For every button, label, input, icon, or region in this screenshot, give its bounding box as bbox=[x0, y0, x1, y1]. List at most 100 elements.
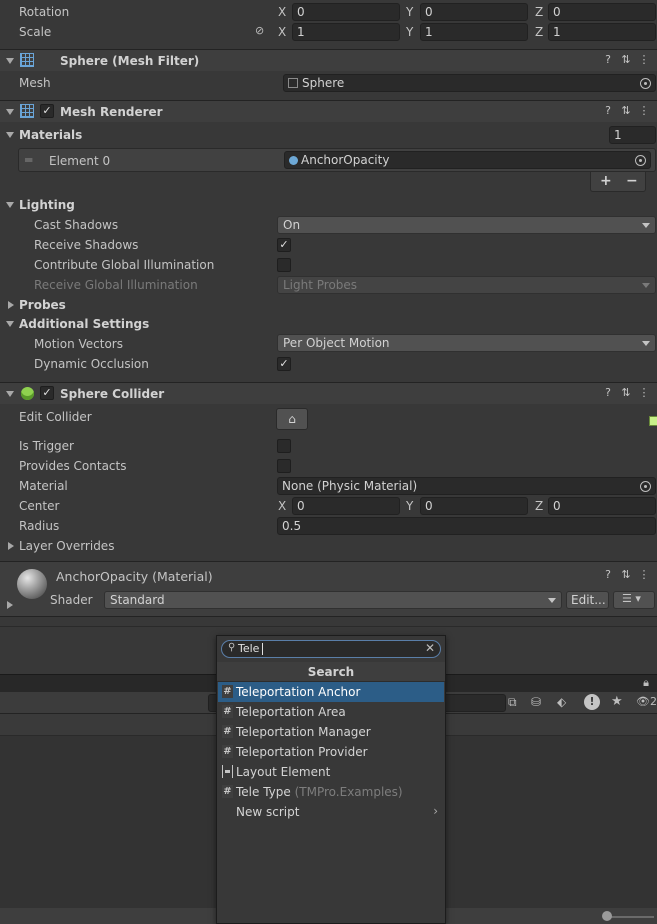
mesh-row: Mesh Sphere bbox=[0, 73, 657, 93]
probes-row[interactable]: Probes bbox=[0, 295, 657, 315]
dynamic-occlusion-checkbox[interactable]: ✓ bbox=[277, 357, 291, 371]
motion-vectors-dropdown[interactable]: Per Object Motion bbox=[277, 334, 656, 352]
shader-edit-button[interactable]: Edit... bbox=[566, 591, 609, 609]
favorite-star-icon[interactable]: ★ bbox=[611, 694, 623, 709]
radius-field[interactable]: 0.5 bbox=[277, 517, 656, 535]
scale-z-field[interactable]: 1 bbox=[548, 23, 656, 41]
material-icon bbox=[289, 156, 298, 165]
probes-foldout-icon[interactable] bbox=[8, 301, 14, 309]
receive-gi-value: Light Probes bbox=[283, 278, 358, 292]
chevron-right-icon: › bbox=[433, 804, 438, 818]
additional-settings-row[interactable]: Additional Settings bbox=[0, 314, 657, 334]
rotation-z-axis: Z bbox=[535, 5, 544, 19]
preset-icon[interactable]: ⇅ bbox=[617, 386, 635, 399]
preset-icon[interactable]: ⇅ bbox=[617, 104, 635, 117]
constrain-proportions-icon[interactable]: ⊘ bbox=[255, 24, 264, 37]
rotation-y-field[interactable]: 0 bbox=[420, 3, 528, 21]
menu-item-tele-type[interactable]: # Tele Type (TMPro.Examples) bbox=[218, 782, 444, 802]
mesh-renderer-foldout-icon[interactable] bbox=[6, 109, 14, 115]
sphere-collider-header[interactable]: ✓ Sphere Collider ? ⇅ ⋮ bbox=[0, 382, 657, 404]
lighting-foldout-icon[interactable] bbox=[6, 202, 14, 208]
menu-item-teleportation-manager[interactable]: # Teleportation Manager bbox=[218, 722, 444, 742]
mesh-renderer-header[interactable]: ✓ Mesh Renderer ? ⇅ ⋮ bbox=[0, 100, 657, 122]
preset-icon[interactable]: ⇅ bbox=[617, 568, 635, 581]
more-options-icon[interactable]: ⋮ bbox=[635, 386, 653, 399]
search-by-type-icon[interactable]: ⧉ bbox=[508, 695, 517, 710]
additional-settings-foldout-icon[interactable] bbox=[6, 321, 14, 327]
help-icon[interactable]: ? bbox=[599, 568, 617, 581]
collider-material-field[interactable]: None (Physic Material) bbox=[277, 477, 656, 495]
preset-icon[interactable]: ⇅ bbox=[617, 53, 635, 66]
collider-material-value: None (Physic Material) bbox=[282, 479, 418, 493]
menu-item-layout-element[interactable]: Layout Element bbox=[218, 762, 444, 782]
is-trigger-label: Is Trigger bbox=[19, 439, 74, 453]
lock-icon[interactable]: 🔒︎ bbox=[643, 676, 649, 690]
sphere-collider-foldout-icon[interactable] bbox=[6, 391, 14, 397]
center-z-field[interactable]: 0 bbox=[548, 497, 656, 515]
object-picker-icon[interactable] bbox=[640, 78, 651, 89]
materials-foldout-icon[interactable] bbox=[6, 132, 14, 138]
menu-item-teleportation-anchor[interactable]: # Teleportation Anchor bbox=[218, 682, 444, 702]
center-x-field[interactable]: 0 bbox=[292, 497, 400, 515]
is-trigger-checkbox[interactable] bbox=[277, 439, 291, 453]
provides-contacts-label: Provides Contacts bbox=[19, 459, 127, 473]
lighting-row[interactable]: Lighting bbox=[0, 195, 657, 215]
more-options-icon[interactable]: ⋮ bbox=[635, 53, 653, 66]
drag-handle-icon[interactable]: ═ bbox=[25, 153, 32, 167]
chevron-down-icon bbox=[642, 341, 650, 346]
cast-shadows-dropdown[interactable]: On bbox=[277, 216, 656, 234]
search-icon: ⚲ bbox=[228, 642, 236, 653]
mesh-object-field[interactable]: Sphere bbox=[283, 74, 656, 92]
help-icon[interactable]: ? bbox=[599, 386, 617, 399]
more-options-icon[interactable]: ⋮ bbox=[635, 568, 653, 581]
scale-x-field[interactable]: 1 bbox=[292, 23, 400, 41]
receive-gi-row: Receive Global Illumination Light Probes bbox=[0, 275, 657, 295]
rotation-z-field[interactable]: 0 bbox=[548, 3, 656, 21]
menu-item-new-script[interactable]: New script › bbox=[218, 802, 444, 822]
element-0-field[interactable]: AnchorOpacity bbox=[284, 151, 651, 169]
scale-y-field[interactable]: 1 bbox=[420, 23, 528, 41]
layer-overrides-row[interactable]: Layer Overrides bbox=[0, 536, 657, 556]
help-icon[interactable]: ? bbox=[599, 104, 617, 117]
warning-filter-icon[interactable]: ! bbox=[584, 694, 600, 710]
center-label: Center bbox=[19, 499, 60, 513]
add-element-button[interactable]: + bbox=[600, 173, 612, 189]
clear-search-icon[interactable]: ✕ bbox=[425, 641, 435, 655]
mesh-filter-foldout-icon[interactable] bbox=[6, 58, 14, 64]
scale-row: Scale ⊘ X 1 Y 1 Z 1 bbox=[0, 22, 657, 42]
object-picker-icon[interactable] bbox=[635, 155, 646, 166]
more-options-icon[interactable]: ⋮ bbox=[635, 104, 653, 117]
menu-item-label: Teleportation Anchor bbox=[236, 685, 361, 699]
remove-element-button[interactable]: − bbox=[626, 173, 638, 189]
materials-count-field[interactable]: 1 bbox=[609, 126, 656, 144]
contribute-gi-row: Contribute Global Illumination bbox=[0, 255, 657, 275]
menu-item-teleportation-provider[interactable]: # Teleportation Provider bbox=[218, 742, 444, 762]
object-picker-icon[interactable] bbox=[640, 481, 651, 492]
filter-by-label-icon[interactable]: ⬖ bbox=[557, 695, 566, 709]
list-buttons: + − bbox=[590, 172, 646, 192]
provides-contacts-checkbox[interactable] bbox=[277, 459, 291, 473]
material-foldout-icon[interactable] bbox=[7, 601, 13, 609]
shader-options-button[interactable]: ☰ ▾ bbox=[613, 591, 655, 609]
mesh-filter-header[interactable]: Sphere (Mesh Filter) ? ⇅ ⋮ bbox=[0, 49, 657, 71]
mesh-renderer-enabled-checkbox[interactable]: ✓ bbox=[40, 104, 54, 118]
edit-collider-button[interactable]: ⌂ bbox=[276, 408, 308, 430]
scale-x-axis: X bbox=[278, 25, 287, 39]
component-search-value: Tele bbox=[238, 642, 260, 655]
sphere-collider-enabled-checkbox[interactable]: ✓ bbox=[40, 386, 54, 400]
mesh-filter-icon bbox=[20, 53, 34, 67]
center-y-field[interactable]: 0 bbox=[420, 497, 528, 515]
filter-by-type-icon[interactable]: ⛁ bbox=[531, 695, 541, 709]
help-icon[interactable]: ? bbox=[599, 53, 617, 66]
material-preview-sphere bbox=[17, 569, 47, 599]
contribute-gi-checkbox[interactable] bbox=[277, 258, 291, 272]
rotation-x-field[interactable]: 0 bbox=[292, 3, 400, 21]
materials-row[interactable]: Materials 1 bbox=[0, 125, 657, 145]
icon-size-slider-handle[interactable] bbox=[602, 911, 612, 921]
hidden-packages-icon[interactable]: 👁︎2 bbox=[636, 695, 657, 708]
component-search-field[interactable]: ⚲ Tele ✕ bbox=[221, 640, 441, 658]
receive-shadows-checkbox[interactable]: ✓ bbox=[277, 238, 291, 252]
shader-dropdown[interactable]: Standard bbox=[104, 591, 562, 609]
menu-item-teleportation-area[interactable]: # Teleportation Area bbox=[218, 702, 444, 722]
layer-overrides-foldout-icon[interactable] bbox=[8, 542, 14, 550]
